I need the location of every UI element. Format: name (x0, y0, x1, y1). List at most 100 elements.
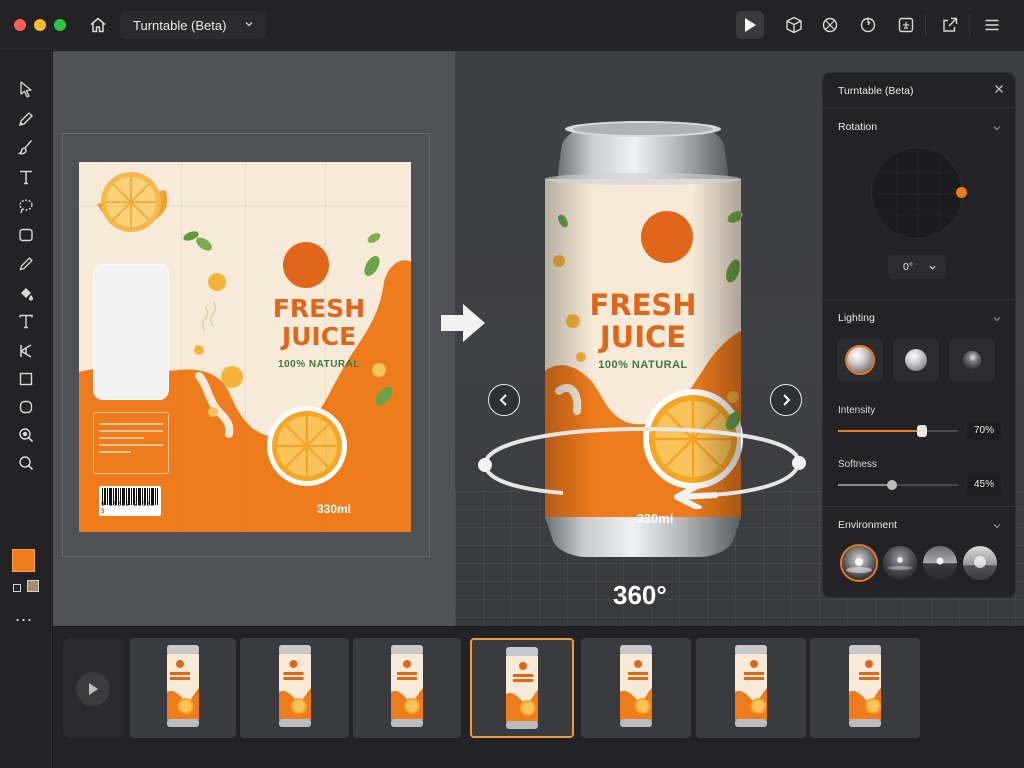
rotation-dial[interactable] (871, 147, 963, 239)
horizon-env-icon (936, 557, 944, 565)
softness-label: Softness (838, 459, 877, 470)
rotation-ring[interactable] (473, 419, 813, 509)
close-window-button[interactable] (14, 18, 26, 31)
pen-tool[interactable] (14, 107, 38, 131)
search-tool[interactable] (14, 451, 38, 475)
text-icon (20, 170, 32, 185)
lighting-preset-soft[interactable] (837, 338, 883, 382)
section-divider (823, 506, 1015, 507)
chevron-down-icon[interactable] (992, 123, 1002, 133)
timeline-frame[interactable] (696, 638, 806, 738)
zoom-tool[interactable] (14, 423, 38, 447)
intensity-label: Intensity (838, 405, 876, 416)
play-icon (89, 683, 98, 695)
panel-header: Turntable (Beta) (823, 73, 1015, 108)
can-volume: 330ml (636, 511, 674, 526)
can-title: FRESH JUICE (543, 289, 743, 353)
intensity-slider[interactable] (838, 425, 958, 437)
brush-tool[interactable] (14, 135, 38, 159)
rotation-section-title[interactable]: Rotation (838, 121, 877, 133)
environment-preset-horizon[interactable] (923, 546, 957, 580)
tool-panel: ... (0, 51, 52, 768)
home-icon (90, 17, 106, 33)
lasso-tool[interactable] (14, 194, 38, 218)
dieline-title: FRESH JUICE (249, 295, 389, 351)
timeline-frame[interactable] (810, 638, 920, 738)
dieline-title-line1: FRESH (272, 294, 366, 323)
frame-can-thumbnail (278, 645, 311, 727)
lighting-preset-studio[interactable] (893, 338, 939, 382)
timeline-frame[interactable] (470, 638, 574, 738)
dial-grid (876, 152, 960, 236)
fill-icon (21, 288, 33, 301)
timeline (53, 627, 1024, 768)
lighting-preset-dramatic[interactable] (949, 338, 995, 382)
intensity-thumb[interactable] (917, 425, 927, 437)
share-icon (943, 17, 958, 32)
minimize-window-button[interactable] (34, 18, 46, 31)
document-selector[interactable]: Turntable (Beta) (120, 11, 266, 39)
3d-cube-button[interactable] (780, 11, 808, 39)
timeline-frame[interactable] (581, 638, 691, 738)
type-tool[interactable] (14, 309, 38, 333)
lighting-section-title[interactable]: Lighting (838, 312, 875, 324)
rotation-badge: 360° (613, 580, 667, 610)
select-arrow-icon (20, 81, 32, 98)
spotlight-env-icon (888, 557, 912, 570)
top-bar: Turntable (Beta) (0, 0, 1024, 50)
can-title-line1: FRESH (589, 288, 697, 322)
chevron-right-icon (783, 394, 791, 406)
zoom-icon (19, 428, 34, 443)
softness-thumb[interactable] (887, 480, 897, 490)
rotate-right-button[interactable] (770, 384, 802, 416)
select-tool[interactable] (14, 77, 38, 101)
label-dieline[interactable]: 9 55332 22338 5 FRESH JUICE 100% NATURAL… (79, 162, 411, 532)
environment-preset-daylight[interactable] (963, 546, 997, 580)
fill-color-swatch[interactable] (12, 549, 35, 572)
frame-can-thumbnail (620, 645, 652, 727)
environment-section-title[interactable]: Environment (838, 519, 897, 531)
environment-preset-studio[interactable] (842, 546, 876, 580)
fill-tool[interactable] (14, 281, 38, 305)
dramatic-light-icon (963, 351, 981, 369)
softness-value-field[interactable]: 45% (967, 475, 1001, 494)
menu-button[interactable] (978, 11, 1006, 39)
swap-colors-toggle[interactable] (13, 584, 21, 592)
fold-line (245, 162, 246, 532)
app-window: Turntable (Beta) ... 9 55332 22338 5 FRE… (0, 0, 1024, 768)
frame-can-thumbnail (735, 645, 767, 727)
timeline-frame[interactable] (240, 638, 349, 738)
intensity-fill (838, 430, 922, 432)
rotation-knob[interactable] (956, 187, 967, 198)
environment-preset-spotlight[interactable] (883, 546, 917, 580)
ellipse-tool[interactable] (14, 395, 38, 419)
more-tools-button[interactable]: ... (15, 605, 33, 626)
square-tool[interactable] (14, 367, 38, 391)
can-label-text: FRESH JUICE 100% NATURAL 330ml (543, 123, 743, 623)
pencil-tool[interactable] (14, 252, 38, 276)
timeline-frame[interactable] (130, 638, 236, 738)
zoom-window-button[interactable] (54, 18, 66, 31)
rotation-angle-select[interactable]: 0° (888, 255, 946, 279)
secondary-color-swatch[interactable] (27, 580, 39, 592)
circle-icon (19, 400, 33, 414)
rotation-angle-value: 0° (903, 261, 914, 273)
scene-button[interactable] (816, 11, 844, 39)
search-icon (19, 456, 34, 471)
home-button[interactable] (86, 13, 110, 37)
share-button[interactable] (936, 11, 964, 39)
intensity-value-field[interactable]: 70% (967, 421, 1001, 440)
rotate-left-button[interactable] (488, 384, 520, 416)
chevron-down-icon[interactable] (992, 521, 1002, 531)
text-tool[interactable] (14, 165, 38, 189)
chevron-down-icon[interactable] (992, 314, 1002, 324)
rectangle-tool[interactable] (14, 223, 38, 247)
frame-button[interactable] (892, 11, 920, 39)
play-button[interactable] (736, 11, 764, 39)
timeline-frame[interactable] (353, 638, 461, 738)
timeline-play-button[interactable] (76, 672, 110, 706)
orbit-button[interactable] (854, 11, 882, 39)
softness-slider[interactable] (838, 480, 958, 490)
puppet-tool[interactable] (14, 339, 38, 363)
close-icon[interactable] (993, 83, 1005, 95)
